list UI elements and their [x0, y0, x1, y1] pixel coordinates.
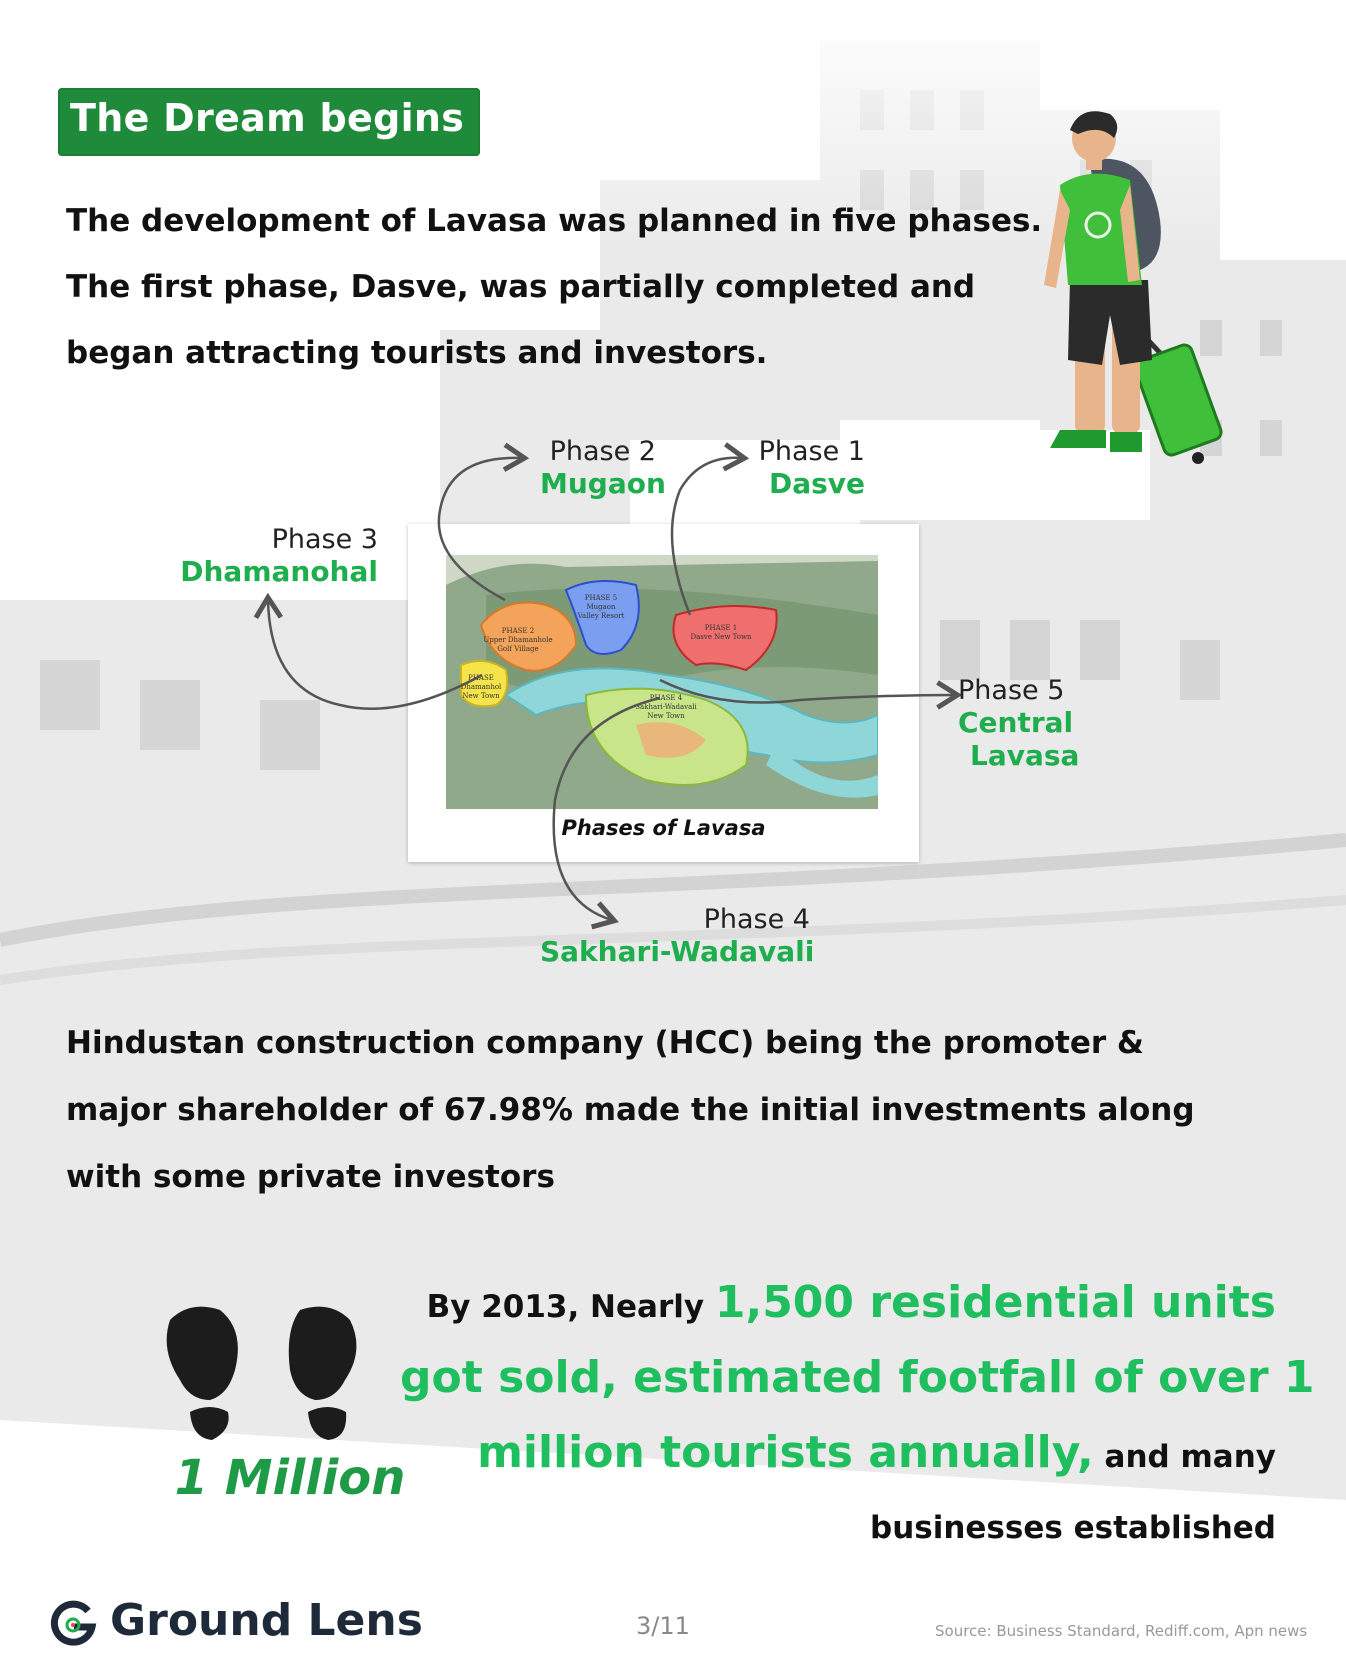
phase-1-callout: Phase 1 Dasve [755, 436, 865, 500]
map-inner-label: PHASE 4 [650, 694, 683, 702]
map-inner-label: New Town [462, 692, 500, 700]
source-note: Source: Business Standard, Rediff.com, A… [935, 1622, 1308, 1640]
phase-2-callout: Phase 2 Mugaon [540, 436, 666, 500]
phase-name: Central [958, 706, 1074, 739]
intro-line: The development of Lavasa was planned in… [66, 203, 1043, 239]
page-title: The Dream begins [70, 96, 465, 140]
phase-name: Mugaon [540, 467, 666, 500]
phase-3-callout: Phase 3 Dhamanohal [160, 524, 378, 588]
lavasa-map: PHASE 2 Upper Dhamanhole Golf Village PH… [446, 555, 878, 809]
map-card: PHASE 2 Upper Dhamanhole Golf Village PH… [408, 524, 919, 862]
ground-lens-logo-icon [50, 1600, 97, 1646]
phase-label: Phase 4 [703, 904, 810, 935]
title-banner: The Dream begins [58, 88, 480, 156]
phase-5-callout: Phase 5 Central Lavasa [958, 675, 1128, 772]
phase-label: Phase 5 [958, 675, 1065, 706]
map-inner-label: Golf Village [497, 645, 538, 653]
map-inner-label: Dasve New Town [690, 633, 752, 641]
phase-label: Phase 1 [758, 436, 865, 467]
phase-name: Sakhari-Wadavali [540, 935, 815, 968]
stats-highlight: million tourists annually, [477, 1427, 1094, 1478]
intro-line: The first phase, Dasve, was partially co… [66, 269, 976, 305]
million-highlight: 1 Million [174, 1450, 406, 1506]
intro-line: began attracting tourists and investors. [66, 335, 768, 371]
map-inner-label: Dhamanhol [461, 683, 502, 691]
map-caption: Phases of Lavasa [561, 816, 766, 840]
phase-4-callout: Phase 4 Sakhari-Wadavali [540, 904, 815, 968]
hcc-line: with some private investors [66, 1159, 555, 1195]
phase-name: Dhamanohal [180, 555, 378, 588]
map-inner-label: Upper Dhamanhole [483, 636, 552, 644]
footprints-icon [166, 1306, 357, 1440]
hcc-line: major shareholder of 67.98% made the ini… [66, 1092, 1195, 1128]
phase-name: Dasve [768, 467, 865, 500]
map-inner-label: PHASE 1 [705, 624, 737, 632]
stats-highlight: got sold, estimated footfall of over 1 [400, 1352, 1315, 1403]
page-number: 3/11 [636, 1612, 690, 1640]
stats-text: and many [1093, 1439, 1276, 1475]
intro-paragraph: The development of Lavasa was planned in… [66, 188, 1066, 386]
map-inner-label: New Town [647, 712, 685, 720]
map-inner-label: PHASE 2 [502, 627, 534, 635]
traveler-illustration [1044, 111, 1223, 464]
hcc-paragraph: Hindustan construction company (HCC) bei… [66, 1010, 1266, 1211]
stats-text: businesses established [870, 1510, 1276, 1546]
stats-highlight: 1,500 residential units [714, 1277, 1276, 1328]
brand-name: Ground Lens [110, 1595, 423, 1646]
stats-text: By 2013, Nearly [426, 1289, 715, 1325]
phase-label: Phase 3 [271, 524, 378, 555]
stats-block: By 2013, Nearly 1,500 residential units … [400, 1270, 1315, 1566]
phase-name: Lavasa [970, 739, 1080, 772]
phase-label: Phase 2 [549, 436, 656, 467]
map-inner-label: PHASE [468, 674, 494, 682]
hcc-line: Hindustan construction company (HCC) bei… [66, 1025, 1144, 1061]
map-inner-label: Valley Resort [577, 612, 625, 620]
map-inner-label: PHASE 5 [585, 594, 617, 602]
map-inner-label: Mugaon [586, 603, 616, 611]
map-inner-label: Sakhari-Wadavali [635, 703, 697, 711]
